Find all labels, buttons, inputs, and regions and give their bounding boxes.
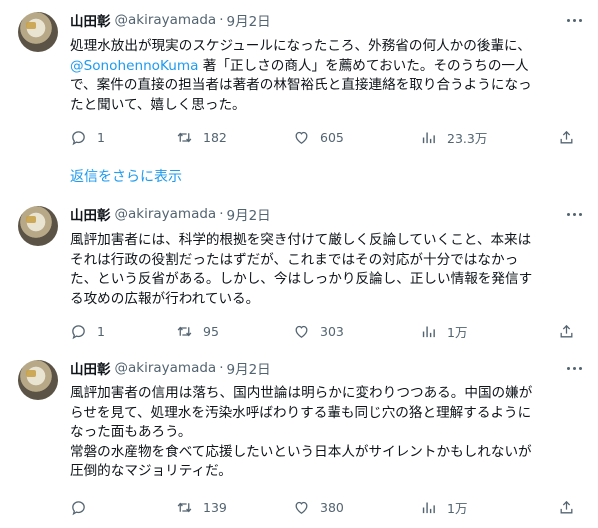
tweet-header: 山田彰 @akirayamada · 9月2日 — [70, 10, 271, 30]
retweet-icon — [177, 502, 192, 512]
like-button[interactable]: 380 — [293, 498, 344, 516]
tweet-date[interactable]: 9月2日 — [227, 204, 271, 224]
reply-count: 1 — [97, 323, 105, 339]
like-count: 380 — [320, 499, 344, 515]
author-name[interactable]: 山田彰 — [70, 358, 111, 378]
avatar[interactable] — [18, 360, 58, 400]
tweet-actions: 1 95 303 1万 — [70, 322, 584, 340]
more-options-button[interactable] — [562, 10, 586, 30]
like-count: 605 — [320, 129, 344, 145]
author-name[interactable]: 山田彰 — [70, 204, 111, 224]
tweet-line: 処理水放出が現実のスケジュールになったころ、外務省の何人かの後輩に、 — [70, 38, 531, 54]
tweet-line: た、という反省がある。しかし、今はしっかり反論し、正しい情報を発信す — [70, 271, 533, 287]
like-icon — [295, 131, 308, 144]
author-handle[interactable]: @akirayamada — [115, 360, 217, 376]
avatar[interactable] — [18, 206, 58, 246]
tweet-header: 山田彰 @akirayamada · 9月2日 — [70, 358, 271, 378]
separator-dot: · — [219, 206, 224, 222]
views-button[interactable]: 23.3万 — [420, 128, 487, 146]
like-button[interactable]: 605 — [293, 128, 344, 146]
reply-icon — [72, 500, 85, 515]
views-button[interactable]: 1万 — [420, 322, 467, 340]
more-options-button[interactable] — [562, 358, 586, 378]
reply-icon — [72, 130, 85, 145]
retweet-button[interactable]: 95 — [176, 322, 219, 340]
reply-button[interactable]: 1 — [70, 322, 105, 340]
tweet-date[interactable]: 9月2日 — [227, 358, 271, 378]
tweet-line: らせを見て、処理水を汚染水呼ばわりする輩も同じ穴の狢と理解するように — [70, 404, 532, 421]
tweet-line: 圧倒的なマジョリティだ。 — [70, 463, 232, 479]
like-icon — [295, 501, 308, 514]
tweet-line: 常磐の水産物を食べて応援したいという日本人がサイレントかもしれないが — [70, 443, 532, 460]
tweet-line: 風評加害者には、科学的根拠を突き付けて厳しく反論していくこと、本来は — [70, 232, 532, 248]
like-icon — [295, 325, 308, 338]
mention-link[interactable]: @SonohennoKuma — [70, 58, 198, 74]
reply-button[interactable] — [70, 498, 97, 516]
tweet-text: 風評加害者には、科学的根拠を突き付けて厳しく反論していくこと、本来は それは行政… — [70, 231, 584, 309]
views-count: 23.3万 — [447, 130, 488, 146]
more-icon — [566, 18, 570, 22]
tweet-actions: 139 380 1万 — [70, 498, 584, 516]
reply-icon — [72, 324, 85, 339]
retweet-count: 182 — [203, 129, 227, 145]
share-button[interactable] — [558, 322, 575, 340]
retweet-icon — [177, 326, 192, 336]
share-icon — [560, 130, 573, 143]
views-icon — [422, 502, 435, 513]
show-more-replies-link[interactable]: 返信をさらに表示 — [70, 166, 182, 186]
views-button[interactable]: 1万 — [420, 498, 467, 516]
tweet-line: 風評加害者の信用は落ち、国内世論は明らかに変わりつつある。中国の嫌が — [70, 385, 533, 401]
more-options-button[interactable] — [562, 204, 586, 224]
reply-count: 1 — [97, 129, 105, 145]
retweet-button[interactable]: 139 — [176, 498, 227, 516]
share-button[interactable] — [558, 498, 575, 516]
views-icon — [422, 132, 435, 143]
more-icon — [566, 366, 570, 370]
views-icon — [422, 326, 435, 337]
like-button[interactable]: 303 — [293, 322, 344, 340]
retweet-count: 139 — [203, 499, 227, 515]
share-icon — [560, 324, 573, 337]
tweet-line: なった面もあろう。 — [70, 424, 192, 440]
author-handle[interactable]: @akirayamada — [115, 206, 217, 222]
author-handle[interactable]: @akirayamada — [115, 12, 217, 28]
tweet-line: る攻めの広報が行われている。 — [70, 290, 260, 307]
share-icon — [560, 500, 573, 513]
separator-dot: · — [219, 12, 224, 28]
tweet-date[interactable]: 9月2日 — [227, 10, 271, 30]
share-button[interactable] — [558, 128, 575, 146]
tweet-actions: 1 182 605 23.3万 — [70, 128, 584, 146]
tweet-text: 風評加害者の信用は落ち、国内世論は明らかに変わりつつある。中国の嫌が らせを見て… — [70, 384, 584, 482]
tweet-line: で、案件の直接の担当者は著者の林智裕氏と直接連絡を取り合うようになっ — [70, 77, 532, 93]
retweet-button[interactable]: 182 — [176, 128, 227, 146]
views-count: 1万 — [447, 500, 468, 516]
tweet-header: 山田彰 @akirayamada · 9月2日 — [70, 204, 271, 224]
more-icon — [566, 212, 570, 216]
separator-dot: · — [219, 360, 224, 376]
tweet-text: 処理水放出が現実のスケジュールになったころ、外務省の何人かの後輩に、 @Sono… — [70, 37, 584, 115]
like-count: 303 — [320, 323, 344, 339]
author-name[interactable]: 山田彰 — [70, 10, 111, 30]
tweet-line: たと聞いて、嬉しく思った。 — [70, 96, 246, 113]
retweet-count: 95 — [203, 323, 219, 339]
views-count: 1万 — [447, 324, 468, 340]
tweet-line: @SonohennoKuma 著「正しさの商人」を薦めておいた。そのうちの一人 — [70, 57, 529, 74]
retweet-icon — [177, 132, 192, 142]
tweet-line: それは行政の役割だったはずだが、これまではその対応が十分ではなかっ — [70, 251, 519, 268]
avatar[interactable] — [18, 12, 58, 52]
reply-button[interactable]: 1 — [70, 128, 105, 146]
